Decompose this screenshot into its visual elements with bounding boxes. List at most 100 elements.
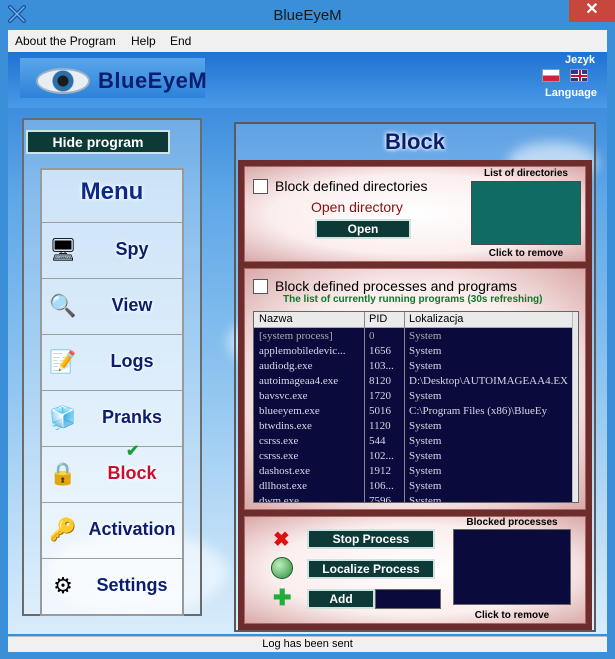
cell-pid: 544 (369, 435, 386, 447)
cell-name: btwdins.exe (259, 420, 312, 432)
main-content: BlueEyeM Jezyk Language Hide program Men… (8, 52, 607, 634)
table-row[interactable]: csrss.exe 544 System (254, 434, 572, 449)
table-row[interactable]: applemobiledevic... 1656 System (254, 344, 572, 359)
table-row[interactable]: csrss.exe 102... System (254, 449, 572, 464)
add-icon[interactable]: ✚ (273, 587, 291, 609)
cell-name: applemobiledevic... (259, 345, 346, 357)
checkmark-icon: ✔ (126, 443, 140, 460)
localize-icon[interactable] (271, 557, 293, 579)
title-bar: BlueEyeM ✕ (0, 0, 615, 30)
sidebar-item-label: Pranks (101, 407, 163, 427)
table-row[interactable]: blueeyem.exe 5016 C:\Program Files (x86)\B… (254, 404, 572, 419)
menu-end[interactable]: End (170, 34, 191, 48)
localize-process-button[interactable]: Localize Process (307, 559, 435, 579)
column-header-name[interactable]: Nazwa (259, 313, 293, 325)
cell-name: dwm.exe (259, 495, 300, 503)
cell-pid: 8120 (369, 375, 391, 387)
sidebar-item-activation[interactable]: 🔑 Activation (42, 502, 182, 556)
table-row[interactable]: [system process] 0 System (254, 329, 572, 344)
menu-help[interactable]: Help (131, 34, 156, 48)
table-row[interactable]: dwm.exe 7596 System (254, 494, 572, 503)
sidebar-item-view[interactable]: 🔍 View (42, 278, 182, 332)
table-row[interactable]: dllhost.exe 106... System (254, 479, 572, 494)
table-row[interactable]: btwdins.exe 1120 System (254, 419, 572, 434)
monitor-icon: 🖥 (49, 237, 77, 262)
hide-program-button[interactable]: Hide program (26, 130, 170, 154)
cell-location: System (409, 420, 442, 432)
cell-pid: 1720 (369, 390, 391, 402)
sidebar-item-settings[interactable]: ⚙ Settings (42, 558, 182, 612)
processes-section: Block defined processes and programs The… (244, 268, 586, 510)
list-of-directories-title: List of directories (484, 168, 568, 179)
cell-pid: 102... (369, 450, 394, 462)
en-flag-icon[interactable] (570, 69, 588, 82)
sidebar-item-block[interactable]: 🔒 ✔ Block (42, 443, 182, 500)
cell-name: audiodg.exe (259, 360, 313, 372)
block-processes-checkbox[interactable] (253, 279, 268, 294)
table-row[interactable]: audiodg.exe 103... System (254, 359, 572, 374)
process-table[interactable]: Nazwa PID Lokalizacja [system process] 0 S… (253, 311, 579, 503)
cell-name: [system process] (259, 330, 333, 342)
close-button[interactable]: ✕ (569, 0, 615, 22)
menu-bar: About the Program Help End (8, 30, 607, 52)
cell-name: bavsvc.exe (259, 390, 308, 402)
blocked-click-to-remove: Click to remove (474, 610, 550, 621)
add-button[interactable]: Add (307, 589, 375, 609)
block-directories-checkbox[interactable] (253, 179, 268, 194)
stop-process-button[interactable]: Stop Process (307, 529, 435, 549)
stop-icon[interactable]: ✖ (273, 527, 290, 552)
cell-location: System (409, 495, 442, 503)
directories-list[interactable] (471, 181, 581, 245)
cell-pid: 1912 (369, 465, 391, 477)
block-directories-label: Block defined directories (275, 178, 428, 194)
cell-location: System (409, 480, 442, 492)
sidebar-item-logs[interactable]: 📝 Logs (42, 334, 182, 388)
blocked-processes-list[interactable] (453, 529, 571, 605)
sidebar-item-spy[interactable]: 🖥 Spy (42, 222, 182, 276)
sidebar-item-label: Block (107, 463, 157, 483)
table-row[interactable]: autoimageaa4.exe 8120 D:\Desktop\AUTOIMAGE… (254, 374, 572, 389)
cell-pid: 103... (369, 360, 394, 372)
sidebar-item-label: View (111, 295, 153, 315)
cell-name: csrss.exe (259, 435, 299, 447)
magnifier-icon: 🔍 (49, 293, 77, 318)
block-inner: Block defined directories Open directory… (238, 160, 592, 630)
open-button[interactable]: Open (315, 219, 411, 239)
status-bar: Log has been sent (8, 636, 607, 652)
table-row[interactable]: bavsvc.exe 1720 System (254, 389, 572, 404)
block-processes-label: Block defined processes and programs (275, 278, 518, 294)
cell-pid: 1120 (369, 420, 391, 432)
add-process-input[interactable] (375, 589, 441, 609)
table-scrollbar[interactable] (572, 312, 578, 502)
pl-flag-icon[interactable] (542, 69, 560, 82)
language-selector: Jezyk Language (545, 54, 597, 99)
column-header-location[interactable]: Lokalizacja (409, 313, 463, 325)
menu-about[interactable]: About the Program (15, 34, 116, 48)
sidebar-item-label: Activation (88, 519, 176, 539)
cell-name: autoimageaa4.exe (259, 375, 339, 387)
directories-section: Block defined directories Open directory… (244, 166, 586, 262)
sidebar-item-label: Logs (110, 351, 154, 371)
blocked-processes-title: Blocked processes (466, 517, 558, 528)
table-row[interactable]: dashost.exe 1912 System (254, 464, 572, 479)
sidebar-item-label: Spy (115, 239, 149, 259)
gears-icon: ⚙ (53, 573, 73, 598)
padlock-icon: 🔒 (49, 461, 77, 486)
sidebar-item-pranks[interactable]: 🧊 Pranks (42, 390, 182, 444)
cell-name: csrss.exe (259, 450, 299, 462)
block-panel: Block Block defined directories Open dir… (234, 122, 596, 632)
language-label-top: Jezyk (565, 54, 595, 66)
cell-location: C:\Program Files (x86)\BlueEy (409, 405, 548, 417)
cell-pid: 106... (369, 480, 394, 492)
notepad-icon: 📝 (49, 349, 77, 374)
cell-location: System (409, 330, 442, 342)
open-directory-text: Open directory (311, 199, 403, 215)
logo-text: BlueEyeM (98, 68, 208, 93)
actions-section: ✖ ✚ Stop Process Localize Process Add Bl… (244, 516, 586, 624)
cell-pid: 5016 (369, 405, 391, 417)
column-header-pid[interactable]: PID (369, 313, 387, 325)
directories-click-to-remove: Click to remove (488, 248, 564, 259)
cell-location: System (409, 360, 442, 372)
eye-icon (36, 68, 90, 94)
page-title: Block (385, 129, 445, 154)
